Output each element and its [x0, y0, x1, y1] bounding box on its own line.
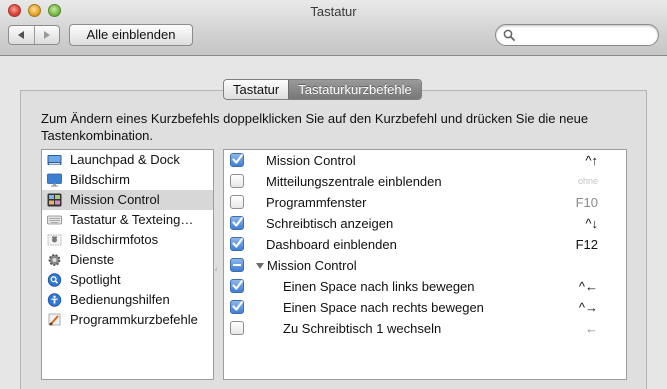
search-icon [503, 29, 515, 41]
category-item-screenshot[interactable]: Bildschirmfotos [42, 230, 213, 250]
category-label: Bildschirmfotos [70, 232, 159, 247]
shortcut-checkbox[interactable] [230, 237, 244, 251]
category-label: Launchpad & Dock [70, 152, 180, 167]
shortcut-row[interactable]: Mission Control ^↑ [224, 150, 626, 171]
category-item-mission-control[interactable]: Mission Control [42, 190, 213, 210]
shortcut-row[interactable]: Zu Schreibtisch 1 wechseln ← [224, 318, 626, 339]
shortcut-row[interactable]: Einen Space nach rechts bewegen ^→ [224, 297, 626, 318]
search-field[interactable] [495, 24, 659, 46]
shortcut-row[interactable]: Programmfenster F10 [224, 192, 626, 213]
shortcut-checkbox[interactable] [230, 321, 244, 335]
category-label: Spotlight [70, 272, 121, 287]
tab-tastaturkurzbefehle[interactable]: Tastaturkurzbefehle [288, 80, 421, 99]
keyboard-icon [47, 213, 62, 227]
shortcut-key[interactable]: ^↑ [585, 150, 598, 171]
shortcut-checkbox[interactable] [230, 174, 244, 188]
shortcut-checkbox[interactable] [230, 279, 244, 293]
shortcut-checkbox[interactable] [230, 216, 244, 230]
shortcut-label: Einen Space nach links bewegen [283, 279, 475, 294]
category-label: Programmkurzbefehle [70, 312, 198, 327]
dash-icon [233, 264, 241, 266]
shortcut-checkbox[interactable] [230, 300, 244, 314]
category-list: Launchpad & Dock Bildschirm Mission Contro… [41, 149, 214, 380]
disclosure-triangle-icon[interactable] [256, 263, 264, 269]
shortcut-row[interactable]: Schreibtisch anzeigen ^↓ [224, 213, 626, 234]
search-input[interactable] [518, 27, 652, 45]
window-toolbar: Tastatur Alle einblenden [0, 0, 667, 56]
shortcut-key[interactable]: F12 [576, 234, 598, 255]
category-item-spotlight[interactable]: Spotlight [42, 270, 213, 290]
mixed-checkbox[interactable] [230, 258, 244, 272]
launchpad-dock-icon [47, 153, 62, 167]
category-item-accessibility[interactable]: Bedienungshilfen [42, 290, 213, 310]
back-arrow-icon [18, 31, 25, 39]
forward-button[interactable] [33, 26, 60, 44]
spotlight-icon [47, 273, 62, 287]
navigation-buttons [8, 25, 60, 45]
shortcut-group-row[interactable]: Mission Control [224, 255, 626, 276]
shortcut-key[interactable]: ^← [579, 276, 598, 297]
screenshot-icon [47, 233, 62, 247]
shortcut-checkbox[interactable] [230, 195, 244, 209]
back-button[interactable] [9, 26, 34, 44]
tab-tastatur[interactable]: Tastatur [224, 80, 289, 99]
shortcut-label: Mission Control [267, 258, 357, 273]
category-label: Tastatur & Texteing… [70, 212, 194, 227]
category-item-launchpad-dock[interactable]: Launchpad & Dock [42, 150, 213, 170]
category-label: Bildschirm [70, 172, 130, 187]
shortcut-checkbox[interactable] [230, 153, 244, 167]
shortcut-row[interactable]: Einen Space nach links bewegen ^← [224, 276, 626, 297]
window-title: Tastatur [310, 4, 357, 19]
accessibility-icon [47, 293, 62, 307]
shortcut-list: Mission Control ^↑ Mitteilungszentrale ein… [223, 149, 627, 380]
tab-control: Tastatur Tastaturkurzbefehle [223, 79, 422, 100]
gear-icon [47, 253, 62, 267]
shortcut-label: Programmfenster [266, 195, 367, 210]
category-item-keyboard[interactable]: Tastatur & Texteing… [42, 210, 213, 230]
display-icon [47, 173, 62, 187]
shortcut-label: Schreibtisch anzeigen [266, 216, 394, 231]
mission-control-icon [47, 193, 62, 207]
shortcut-label: Dashboard einblenden [266, 237, 397, 252]
forward-arrow-icon [43, 31, 50, 39]
category-item-display[interactable]: Bildschirm [42, 170, 213, 190]
shortcut-key[interactable]: F10 [576, 192, 598, 213]
shortcut-key[interactable]: ← [585, 318, 598, 339]
shortcut-key[interactable]: ^↓ [585, 213, 598, 234]
shortcut-label: Mitteilungszentrale einblenden [266, 174, 442, 189]
shortcut-row[interactable]: Mitteilungszentrale einblenden ohne [224, 171, 626, 192]
shortcut-label: Mission Control [266, 153, 356, 168]
app-shortcuts-icon [47, 313, 62, 327]
shortcut-key[interactable]: ohne [578, 171, 598, 192]
shortcut-label: Zu Schreibtisch 1 wechseln [283, 321, 442, 336]
category-item-gear[interactable]: Dienste [42, 250, 213, 270]
category-label: Dienste [70, 252, 115, 267]
category-label: Bedienungshilfen [70, 292, 170, 307]
shortcut-label: Einen Space nach rechts bewegen [283, 300, 484, 315]
instruction-text: Zum Ändern eines Kurzbefehls doppelklick… [41, 111, 589, 143]
show-all-button[interactable]: Alle einblenden [69, 24, 193, 46]
shortcut-row[interactable]: Dashboard einblenden F12 [224, 234, 626, 255]
shortcut-key[interactable]: ^→ [579, 297, 598, 318]
splitter-handle[interactable]: ⁁ [215, 262, 217, 271]
category-item-app-shortcuts[interactable]: Programmkurzbefehle [42, 310, 213, 330]
category-label: Mission Control [70, 192, 160, 207]
